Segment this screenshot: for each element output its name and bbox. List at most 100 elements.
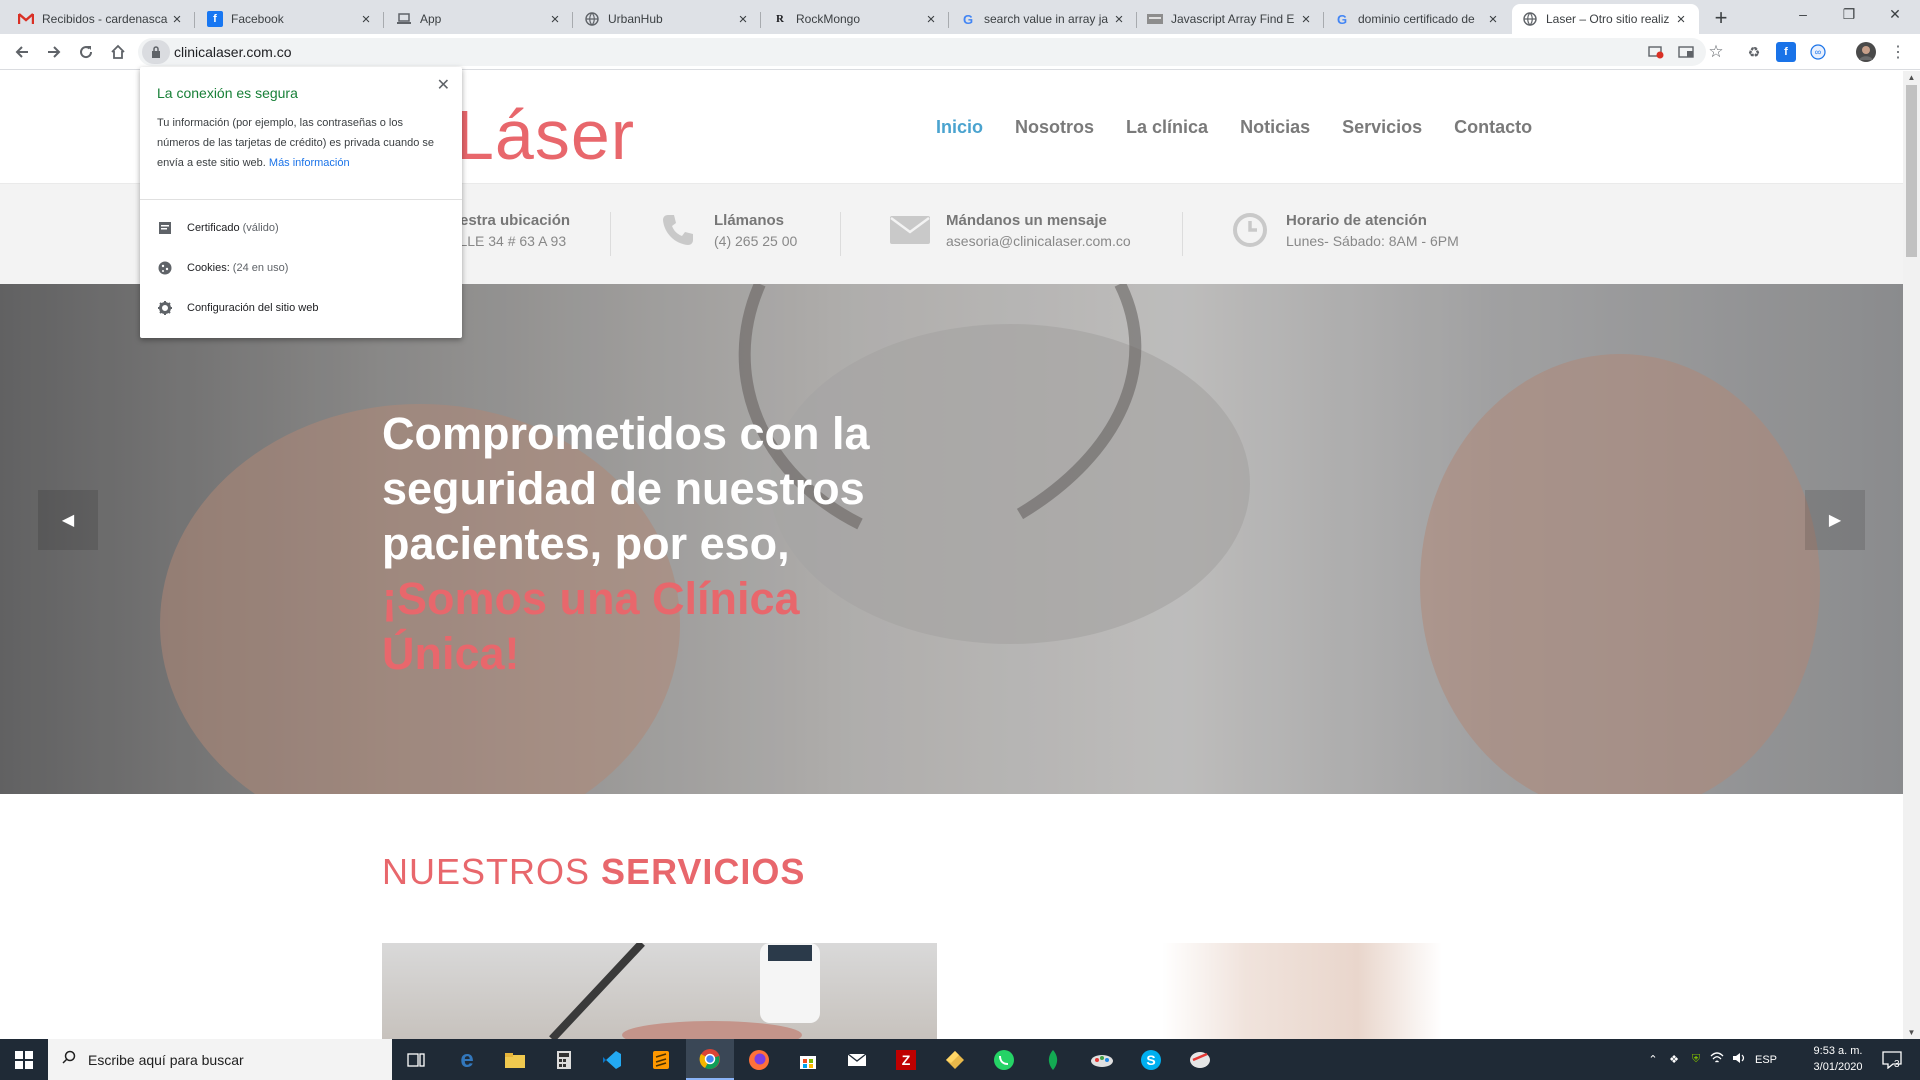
popup-divider: [140, 199, 462, 200]
tab-app[interactable]: App ×: [386, 4, 573, 34]
tab-title: Facebook: [231, 12, 284, 26]
nav-contacto[interactable]: Contacto: [1454, 117, 1532, 138]
network-icon[interactable]: [1706, 1052, 1728, 1067]
paint-icon[interactable]: [1078, 1039, 1126, 1080]
git-icon[interactable]: [931, 1039, 979, 1080]
maximize-button[interactable]: ❐: [1826, 0, 1872, 30]
mongodb-compass-icon[interactable]: [1029, 1039, 1077, 1080]
tab-dominio[interactable]: G dominio certificado de ×: [1324, 4, 1511, 34]
close-tab-icon[interactable]: ×: [1111, 11, 1127, 28]
scroll-down-icon[interactable]: ▼: [1903, 1028, 1920, 1037]
tab-urbanhub[interactable]: UrbanHub ×: [574, 4, 761, 34]
main-nav: Inicio Nosotros La clínica Noticias Serv…: [936, 117, 1532, 138]
new-tab-button[interactable]: +: [1708, 6, 1734, 32]
envelope-icon: [888, 208, 932, 252]
reload-button[interactable]: [72, 38, 100, 66]
sublime-text-icon[interactable]: [637, 1039, 685, 1080]
chrome-icon[interactable]: [686, 1039, 734, 1080]
language-indicator[interactable]: ESP: [1750, 1054, 1782, 1066]
info-hours-title: Horario de atención: [1286, 211, 1427, 229]
slider-next-button[interactable]: ▶: [1805, 490, 1865, 550]
notifications-icon[interactable]: 3: [1872, 1039, 1912, 1080]
cookies-row[interactable]: Cookies: (24 en uso): [157, 260, 288, 276]
taskbar-clock[interactable]: 9:53 a. m. 3/01/2020: [1796, 1043, 1880, 1075]
lock-icon[interactable]: [142, 40, 170, 64]
firefox-icon[interactable]: [735, 1039, 783, 1080]
filezilla-icon[interactable]: Z: [882, 1039, 930, 1080]
file-explorer-icon[interactable]: [491, 1039, 539, 1080]
calculator-icon[interactable]: [540, 1039, 588, 1080]
google-icon: G: [962, 11, 974, 27]
nav-la-clinica[interactable]: La clínica: [1126, 117, 1208, 138]
nav-nosotros[interactable]: Nosotros: [1015, 117, 1094, 138]
nav-inicio[interactable]: Inicio: [936, 117, 983, 138]
mail-icon[interactable]: [833, 1039, 881, 1080]
nav-servicios[interactable]: Servicios: [1342, 117, 1422, 138]
close-tab-icon[interactable]: ×: [735, 11, 751, 28]
close-tab-icon[interactable]: ×: [1485, 11, 1501, 28]
volume-icon[interactable]: [1728, 1052, 1750, 1067]
recycle-extension-icon[interactable]: ♻: [1744, 42, 1764, 62]
scrollbar-thumb[interactable]: [1906, 85, 1917, 257]
site-settings-row[interactable]: Configuración del sitio web: [157, 300, 318, 316]
address-bar[interactable]: clinicalaser.com.co: [138, 38, 1706, 66]
scroll-up-icon[interactable]: ▲: [1903, 73, 1920, 82]
avatar[interactable]: [1856, 42, 1876, 62]
hero-heading: Comprometidos con la seguridad de nuestr…: [382, 406, 942, 681]
tab-gmail[interactable]: Recibidos - cardenasca ×: [8, 4, 195, 34]
close-tab-icon[interactable]: ×: [358, 11, 374, 28]
more-info-link[interactable]: Más información: [269, 157, 350, 169]
site-logo[interactable]: Láser: [455, 95, 635, 175]
slider-prev-button[interactable]: ◀: [38, 490, 98, 550]
dropbox-icon[interactable]: ❖: [1662, 1053, 1686, 1066]
snip-tool-icon[interactable]: [1176, 1039, 1224, 1080]
search-icon: [62, 1050, 76, 1069]
menu-kebab-icon[interactable]: ⋮: [1888, 42, 1908, 62]
chevron-up-icon[interactable]: ⌃: [1644, 1053, 1662, 1066]
infinity-extension-icon[interactable]: ∞: [1808, 42, 1828, 62]
windows-start-button[interactable]: [0, 1039, 48, 1080]
tab-search-value[interactable]: G search value in array ja ×: [950, 4, 1137, 34]
nav-noticias[interactable]: Noticias: [1240, 117, 1310, 138]
back-button[interactable]: [8, 38, 36, 66]
close-tab-icon[interactable]: ×: [1298, 11, 1314, 28]
minimize-button[interactable]: –: [1780, 0, 1826, 30]
tab-laser-active[interactable]: Laser – Otro sitio realiz ×: [1512, 4, 1699, 34]
close-window-button[interactable]: ✕: [1872, 0, 1918, 30]
tab-facebook[interactable]: f Facebook ×: [197, 4, 384, 34]
close-tab-icon[interactable]: ×: [1673, 11, 1689, 28]
whatsapp-icon[interactable]: [980, 1039, 1028, 1080]
tab-title: dominio certificado de: [1358, 12, 1475, 26]
tab-javascript-array[interactable]: Javascript Array Find E ×: [1137, 4, 1324, 34]
service-image-laser[interactable]: [382, 943, 937, 1039]
cookies-status: (24 en uso): [232, 262, 289, 274]
tab-rockmongo[interactable]: R RockMongo ×: [762, 4, 949, 34]
home-button[interactable]: [104, 38, 132, 66]
page-scrollbar[interactable]: ▲ ▼: [1903, 71, 1920, 1039]
site-settings-label: Configuración del sitio web: [187, 302, 319, 314]
blocked-icon[interactable]: [1646, 42, 1666, 62]
shield-icon[interactable]: ⛨: [1686, 1053, 1706, 1066]
vscode-icon[interactable]: [588, 1039, 636, 1080]
task-view-icon[interactable]: [392, 1039, 440, 1080]
close-tab-icon[interactable]: ×: [923, 11, 939, 28]
service-image-body[interactable]: [1162, 943, 1442, 1039]
close-tab-icon[interactable]: ×: [547, 11, 563, 28]
close-tab-icon[interactable]: ×: [169, 11, 185, 28]
extension-f-icon[interactable]: f: [1776, 42, 1796, 62]
certificate-row[interactable]: Certificado (válido): [157, 220, 279, 236]
tab-separator: [948, 12, 949, 28]
bookmark-star-icon[interactable]: ☆: [1706, 42, 1726, 62]
info-message: Mándanos un mensaje asesoria@clinicalase…: [888, 208, 1131, 252]
forward-button[interactable]: [40, 38, 68, 66]
store-icon[interactable]: [784, 1039, 832, 1080]
close-icon[interactable]: ✕: [437, 75, 450, 95]
taskbar-search-box[interactable]: Escribe aquí para buscar: [48, 1039, 392, 1080]
cookies-label: Cookies:: [187, 262, 230, 274]
edge-icon[interactable]: e: [443, 1039, 491, 1080]
rockmongo-icon: R: [776, 13, 784, 25]
skype-icon[interactable]: S: [1127, 1039, 1175, 1080]
globe-icon: [584, 11, 600, 27]
cast-icon[interactable]: [1676, 42, 1696, 62]
tab-title: UrbanHub: [608, 12, 663, 26]
